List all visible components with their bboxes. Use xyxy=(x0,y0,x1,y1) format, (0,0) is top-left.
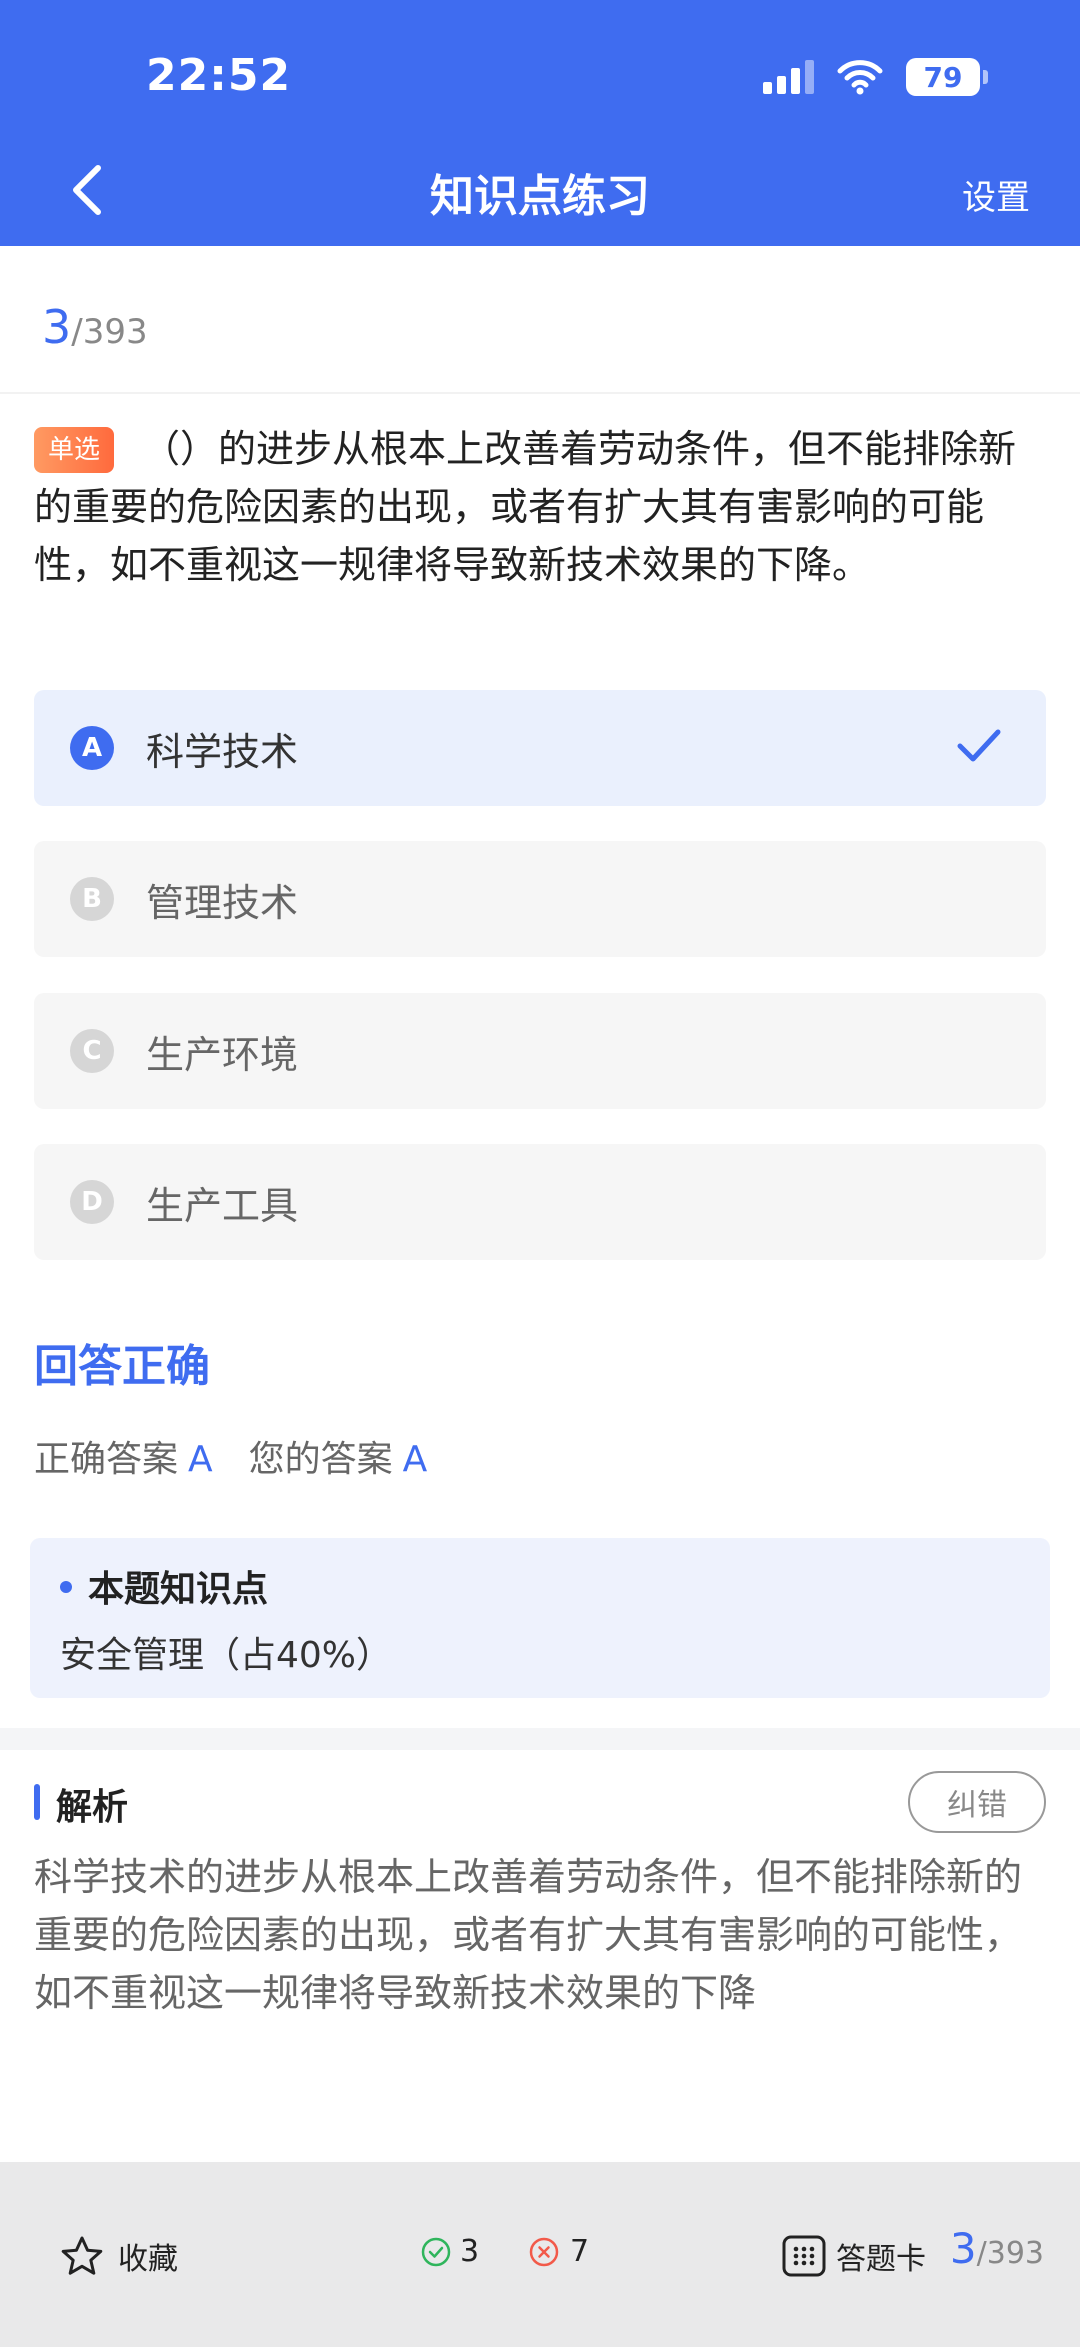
option-c[interactable]: C 生产环境 xyxy=(34,993,1046,1109)
option-letter: B xyxy=(70,877,114,921)
question-counter: 3/393 xyxy=(42,300,148,354)
status-time: 22:52 xyxy=(146,50,292,101)
checkmark-icon xyxy=(957,729,1001,762)
right-count: 3 xyxy=(420,2234,479,2269)
divider xyxy=(0,392,1080,394)
status-icons: 79 xyxy=(763,58,988,96)
settings-button[interactable]: 设置 xyxy=(962,170,1030,219)
knowledge-point-card: 本题知识点 安全管理（占40%） xyxy=(30,1538,1050,1698)
header: 22:52 79 知识点练习 设置 xyxy=(0,0,1080,246)
answer-summary: 正确答案 A 您的答案 A xyxy=(34,1430,463,1482)
your-answer-value: A xyxy=(402,1439,428,1480)
correct-answer-label: 正确答案 xyxy=(34,1439,179,1480)
x-circle-icon xyxy=(529,2237,559,2266)
question-text: （）的进步从根本上改善着劳动条件，但不能排除新的重要的危险因素的出现，或者有扩大… xyxy=(34,427,1017,587)
bottom-counter: 3/393 xyxy=(950,2224,1044,2273)
favorite-button[interactable]: 收藏 xyxy=(60,2234,178,2278)
question-type-tag: 单选 xyxy=(34,427,115,473)
counter-total: /393 xyxy=(71,312,148,352)
analysis-text: 科学技术的进步从根本上改善着劳动条件，但不能排除新的重要的危险因素的出现，或者有… xyxy=(34,1855,1023,2015)
option-a[interactable]: A 科学技术 xyxy=(34,690,1046,806)
question-stem: 单选 （）的进步从根本上改善着劳动条件，但不能排除新的重要的危险因素的出现，或者有… xyxy=(34,420,1044,594)
bullet-dot xyxy=(60,1581,72,1593)
wrong-count-value: 7 xyxy=(570,2234,590,2269)
option-letter: A xyxy=(70,726,114,770)
bottom-counter-total: /393 xyxy=(976,2236,1044,2271)
wrong-count: 7 xyxy=(528,2234,589,2269)
result-title: 回答正确 xyxy=(34,1341,210,1392)
signal-icon xyxy=(763,60,814,94)
report-error-button[interactable]: 纠错 xyxy=(908,1771,1046,1833)
option-d[interactable]: D 生产工具 xyxy=(34,1144,1046,1260)
option-text: 科学技术 xyxy=(146,729,299,774)
grid-card-icon xyxy=(782,2235,826,2277)
analysis-accent-bar xyxy=(34,1784,40,1820)
section-separator xyxy=(0,1728,1080,1750)
correct-answer-value: A xyxy=(188,1439,213,1480)
counter-current: 3 xyxy=(42,300,72,354)
knowledge-point-title-text: 本题知识点 xyxy=(88,1569,269,1610)
favorite-label: 收藏 xyxy=(118,2242,178,2277)
knowledge-point-value: 安全管理（占40%） xyxy=(60,1635,393,1676)
knowledge-point-title: 本题知识点 xyxy=(60,1560,268,1612)
page-title: 知识点练习 xyxy=(430,171,650,222)
right-count-value: 3 xyxy=(460,2234,480,2269)
answer-card-button[interactable]: 答题卡 xyxy=(782,2234,926,2278)
check-circle-icon xyxy=(421,2237,451,2266)
your-answer-label: 您的答案 xyxy=(248,1439,393,1480)
wifi-icon xyxy=(837,60,883,95)
bottom-toolbar: 收藏 3 7 答题卡 3/393 xyxy=(0,2162,1080,2347)
option-letter: C xyxy=(70,1029,114,1073)
option-text: 生产工具 xyxy=(146,1183,299,1228)
option-text: 生产环境 xyxy=(146,1032,299,1077)
option-letter: D xyxy=(70,1180,114,1224)
analysis-title: 解析 xyxy=(56,1787,129,1828)
option-b[interactable]: B 管理技术 xyxy=(34,841,1046,957)
option-text: 管理技术 xyxy=(146,880,299,925)
star-icon xyxy=(61,2236,103,2275)
bottom-counter-current: 3 xyxy=(949,2224,977,2273)
answer-card-label: 答题卡 xyxy=(836,2242,926,2277)
battery-icon: 79 xyxy=(906,58,988,96)
